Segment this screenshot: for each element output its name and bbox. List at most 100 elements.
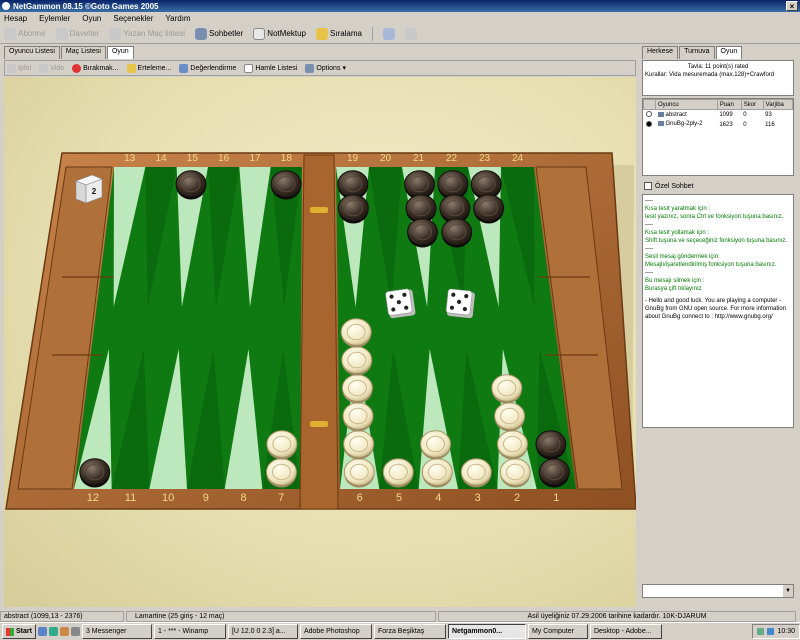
tab-everyone[interactable]: Herkese — [642, 46, 679, 59]
quicklaunch-ie-icon[interactable] — [37, 627, 47, 636]
checker-face — [341, 346, 373, 374]
toolbar-invites-button[interactable]: Davetler — [55, 27, 99, 40]
players-table: Oyuncu Puan Skor Varjiba abstract 1099 0… — [642, 98, 794, 176]
start-button[interactable]: Start — [2, 624, 36, 639]
point-number: 14 — [155, 153, 167, 164]
quicklaunch-app-icon[interactable] — [70, 627, 80, 636]
dark-checker[interactable] — [337, 194, 369, 224]
task-desktop-adobe[interactable]: Desktop - Adobe... — [589, 624, 662, 639]
light-checker[interactable] — [265, 458, 297, 488]
checker-face — [337, 194, 369, 222]
status-bar: abstract (1099,13 - 2376) Lamartine (25 … — [0, 610, 800, 622]
player-icon — [657, 111, 664, 117]
options-button[interactable]: Options ▾ — [305, 63, 346, 73]
task-netgammon[interactable]: Netgammon0... — [447, 624, 526, 639]
toolbar-mail-button[interactable]: NotMektup — [253, 27, 306, 40]
menu-oyun[interactable]: Oyun — [82, 14, 101, 23]
light-checker[interactable] — [340, 318, 372, 348]
point-number: 1 — [553, 492, 559, 504]
evaluate-button[interactable]: Değerlendirme — [179, 63, 237, 73]
chat-message: - Hello and good luck. You are playing a… — [645, 298, 787, 320]
chat-input[interactable]: ▼ — [642, 584, 794, 598]
tab-tournament[interactable]: Turnuva — [679, 46, 715, 59]
tab-game-chat[interactable]: Oyun — [715, 46, 743, 59]
light-checker[interactable] — [341, 374, 373, 404]
toolbar-match-list-button[interactable]: Yazan Maç listesi — [109, 27, 185, 40]
dark-checker[interactable] — [441, 218, 473, 248]
point-number: 7 — [278, 492, 284, 504]
chat-log[interactable]: ---- Kısa tesit yaratmak için : tesit yazı… — [642, 194, 794, 428]
tray-icon[interactable] — [757, 628, 765, 635]
light-checker[interactable] — [266, 430, 298, 460]
chat-message: tesit yazınız, sonra Ctrl ve fonksiyon t… — [645, 214, 784, 220]
light-checker[interactable] — [420, 430, 452, 460]
private-chat-toggle[interactable]: Özel Sohbet — [644, 182, 694, 190]
dark-checker[interactable] — [79, 458, 111, 488]
dark-checker[interactable] — [407, 218, 439, 248]
chevron-down-icon[interactable]: ▼ — [783, 585, 793, 597]
table-row[interactable]: abstract 1099 0 93 — [644, 110, 793, 120]
light-checker[interactable] — [421, 458, 453, 488]
col-player[interactable]: Oyuncu — [655, 99, 718, 110]
point-number: 15 — [187, 153, 199, 164]
task-winamp[interactable]: 1 - *** - Winamp — [153, 624, 226, 639]
dark-checker[interactable] — [175, 170, 207, 200]
window-titlebar[interactable]: NetGammon 08.15 ©Goto Games 2005 × — [0, 0, 800, 12]
light-checker[interactable] — [491, 374, 523, 404]
light-checker[interactable] — [341, 346, 373, 376]
tab-game[interactable]: Oyun — [106, 46, 134, 59]
light-checker[interactable] — [494, 402, 526, 432]
close-button[interactable]: × — [786, 1, 798, 11]
tab-player-list[interactable]: Oyuncu Listesi — [4, 46, 60, 59]
subtoolbar-label: Options — [316, 64, 341, 72]
chat-message: Kısa tesit yaratmak için : — [645, 206, 711, 212]
chat-icon — [195, 27, 208, 40]
task-photoshop[interactable]: Adobe Photoshop — [299, 624, 372, 639]
col-rating[interactable]: Puan — [716, 99, 742, 110]
resign-button[interactable]: Bırakmak... — [72, 63, 119, 73]
task-messenger[interactable]: 3 Messenger — [81, 624, 152, 639]
move-list-button[interactable]: Hamle Listesi — [244, 63, 297, 73]
menu-eylemler[interactable]: Eylemler — [39, 14, 70, 23]
checker-face — [405, 194, 437, 222]
col-score[interactable]: Skor — [740, 99, 764, 110]
table-row[interactable]: GnuBg-2ply-2 1623 0 116 — [644, 120, 793, 130]
light-checker[interactable] — [460, 458, 492, 488]
backgammon-board[interactable]: 13 14 15 16 17 18 19 20 21 22 23 2412 11 10 9 8 7 6 5 4 3 2 1 … — [4, 77, 636, 607]
toolbar-abonne-button[interactable]: Abonne — [4, 27, 46, 40]
menu-yardim[interactable]: Yardım — [165, 14, 190, 23]
toolbar-window-button[interactable] — [383, 27, 395, 40]
task-browser[interactable]: [U 12.0 0 2.3] a... — [227, 624, 298, 639]
menu-secenekler[interactable]: Seçenekler — [113, 14, 153, 23]
point-number: 3 — [475, 492, 481, 504]
tab-match-list[interactable]: Maç Listesi — [60, 46, 106, 59]
light-checker[interactable] — [496, 430, 528, 460]
toolbar-ranking-button[interactable]: Sıralama — [315, 27, 362, 40]
light-checker[interactable] — [343, 458, 375, 488]
subtoolbar-label: Değerlendirme — [190, 64, 237, 72]
dark-checker[interactable] — [270, 170, 302, 200]
light-checker[interactable] — [499, 458, 531, 488]
video-button[interactable]: Vido — [39, 63, 64, 73]
task-forum[interactable]: Forza Beşiktaş — [373, 624, 446, 639]
undo-button[interactable]: Ipfal — [7, 63, 31, 73]
dark-checker[interactable] — [535, 430, 567, 460]
light-checker[interactable] — [342, 402, 374, 432]
light-checker[interactable] — [382, 458, 414, 488]
col-pips[interactable]: Varjiba — [762, 99, 794, 110]
right-panel: Herkese Turnuva Oyun Tavla: 11 point(s) … — [642, 46, 796, 606]
dark-checker[interactable] — [538, 458, 570, 488]
dark-checker[interactable] — [473, 194, 505, 224]
checker-face — [473, 194, 505, 222]
private-chat-checkbox[interactable] — [644, 182, 652, 190]
tray-icon[interactable] — [767, 628, 775, 635]
toolbar-back-button[interactable] — [405, 27, 417, 40]
toolbar-chats-button[interactable]: Sohbetler — [195, 27, 243, 40]
light-checker[interactable] — [343, 430, 375, 460]
quicklaunch-media-icon[interactable] — [59, 627, 69, 636]
postpone-button[interactable]: Erteleme... — [126, 63, 171, 73]
task-my-computer[interactable]: My Computer — [527, 624, 588, 639]
quicklaunch-desktop-icon[interactable] — [48, 627, 58, 636]
ranking-icon — [315, 27, 328, 40]
menu-hesap[interactable]: Hesap — [4, 14, 27, 23]
